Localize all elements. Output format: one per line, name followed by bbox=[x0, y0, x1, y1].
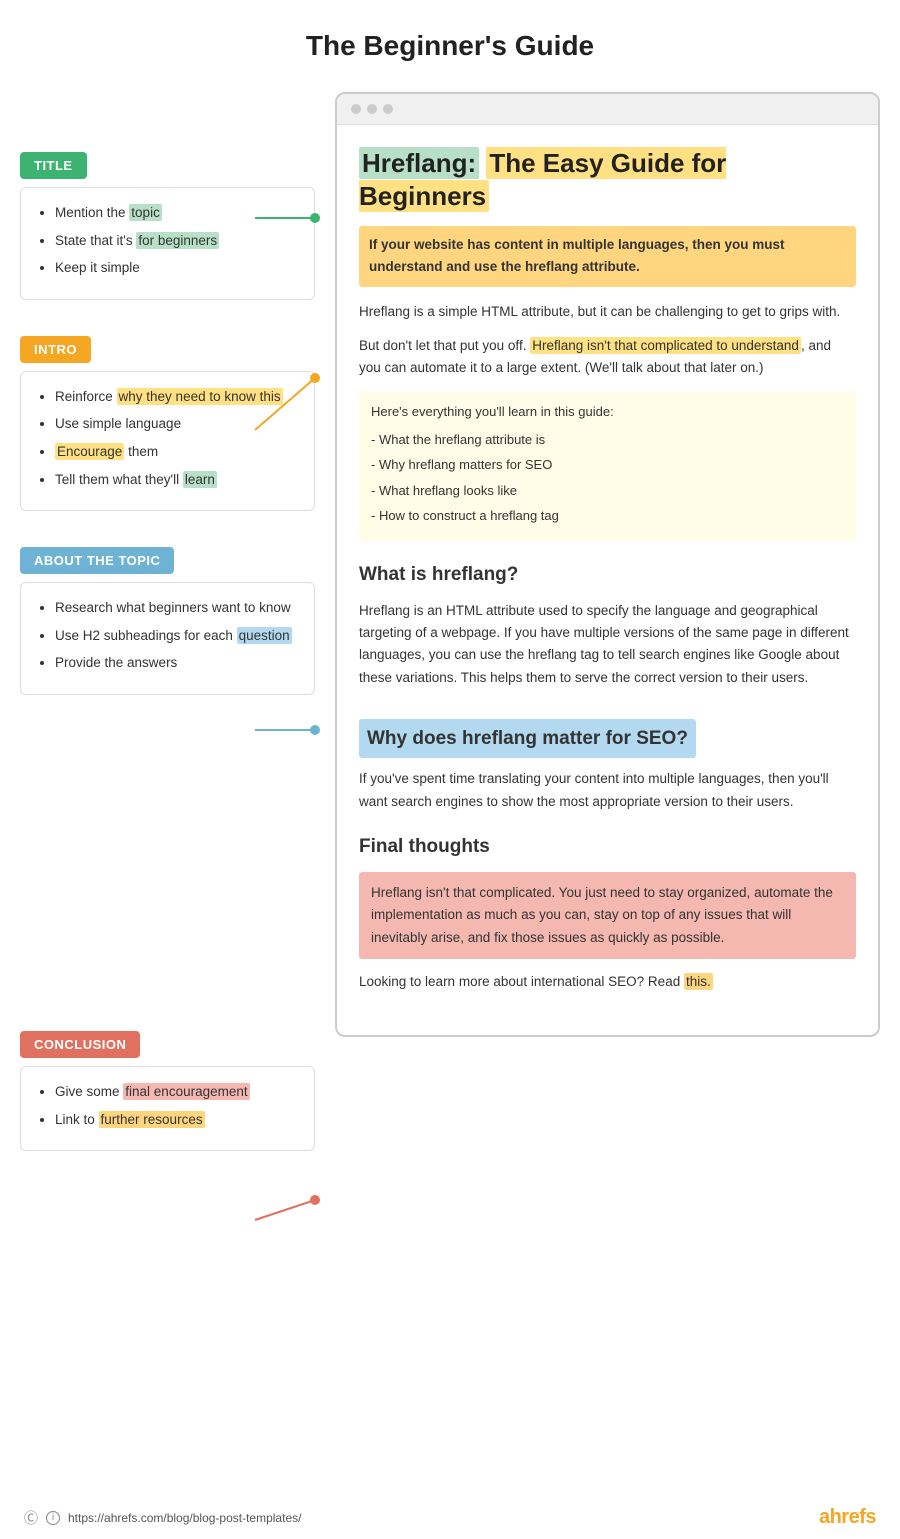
list-item: State that it's for beginners bbox=[55, 230, 298, 252]
beginners-highlight: for beginners bbox=[136, 232, 219, 249]
sidebar-title-section: TITLE Mention the topic State that it's … bbox=[20, 152, 315, 300]
page-wrapper: The Beginner's Guide TITLE Mention the t… bbox=[0, 0, 900, 1539]
about-label: ABOUT THE TOPIC bbox=[20, 547, 174, 574]
sidebar-about-section: ABOUT THE TOPIC Research what beginners … bbox=[20, 547, 315, 695]
footer-left: Ⓒ i https://ahrefs.com/blog/blog-post-te… bbox=[24, 1508, 301, 1528]
guide-list-block: Here's everything you'll learn in this g… bbox=[359, 391, 856, 540]
conclusion-card: Give some final encouragement Link to fu… bbox=[20, 1066, 315, 1151]
conclusion-highlight-block: Hreflang isn't that complicated. You jus… bbox=[359, 872, 856, 959]
article-para-seo: If you've spent time translating your co… bbox=[359, 768, 856, 813]
intro-highlight-block: If your website has content in multiple … bbox=[359, 226, 856, 287]
list-item: Keep it simple bbox=[55, 257, 298, 279]
this-link[interactable]: this. bbox=[684, 973, 713, 990]
list-item: Reinforce why they need to know this bbox=[55, 386, 298, 408]
article-h2-2: Why does hreflang matter for SEO? bbox=[359, 719, 696, 758]
topic-highlight: topic bbox=[129, 204, 162, 221]
browser-content: Hreflang: The Easy Guide for Beginners I… bbox=[337, 125, 878, 1035]
sidebar-intro-section: INTRO Reinforce why they need to know th… bbox=[20, 336, 315, 511]
article-para-about: Hreflang is an HTML attribute used to sp… bbox=[359, 600, 856, 689]
footer-logo: ahrefs bbox=[819, 1506, 876, 1529]
guide-item-3: - What hreflang looks like bbox=[371, 480, 844, 501]
page-title: The Beginner's Guide bbox=[0, 0, 900, 82]
article-title: Hreflang: The Easy Guide for Beginners bbox=[359, 147, 856, 212]
title-card: Mention the topic State that it's for be… bbox=[20, 187, 315, 300]
title-hreflang: Hreflang: bbox=[359, 147, 479, 179]
intro-label: INTRO bbox=[20, 336, 91, 363]
browser-bar bbox=[337, 94, 878, 125]
guide-list-intro: Here's everything you'll learn in this g… bbox=[371, 401, 844, 422]
list-item: Research what beginners want to know bbox=[55, 597, 298, 619]
info-icon: i bbox=[46, 1511, 60, 1525]
article-para-1: Hreflang is a simple HTML attribute, but… bbox=[359, 301, 856, 323]
list-item: Encourage them bbox=[55, 441, 298, 463]
list-item: Use H2 subheadings for each question bbox=[55, 625, 298, 647]
intro-card: Reinforce why they need to know this Use… bbox=[20, 371, 315, 511]
article-h2-3: Final thoughts bbox=[359, 831, 856, 862]
browser-dot-1 bbox=[351, 104, 361, 114]
article-h2-1: What is hreflang? bbox=[359, 559, 856, 590]
not-complicated-highlight: Hreflang isn't that complicated to under… bbox=[530, 337, 801, 354]
cc-icon: Ⓒ bbox=[24, 1508, 38, 1528]
browser-dot-2 bbox=[367, 104, 377, 114]
about-card: Research what beginners want to know Use… bbox=[20, 582, 315, 695]
question-highlight: question bbox=[237, 627, 292, 644]
learn-highlight: learn bbox=[183, 471, 217, 488]
further-resources-highlight: further resources bbox=[99, 1111, 205, 1128]
guide-item-1: - What the hreflang attribute is bbox=[371, 429, 844, 450]
list-item: Give some final encouragement bbox=[55, 1081, 298, 1103]
list-item: Use simple language bbox=[55, 413, 298, 435]
footer-url[interactable]: https://ahrefs.com/blog/blog-post-templa… bbox=[68, 1511, 301, 1525]
list-item: Tell them what they'll learn bbox=[55, 469, 298, 491]
conclusion-label: CONCLUSION bbox=[20, 1031, 140, 1058]
encourage-highlight: Encourage bbox=[55, 443, 124, 460]
sidebar: TITLE Mention the topic State that it's … bbox=[20, 82, 315, 1151]
guide-list-items: - What the hreflang attribute is - Why h… bbox=[371, 429, 844, 527]
article-conclusion-para: Looking to learn more about internationa… bbox=[359, 971, 856, 993]
browser-dot-3 bbox=[383, 104, 393, 114]
final-encouragement-highlight: final encouragement bbox=[123, 1083, 249, 1100]
main-layout: TITLE Mention the topic State that it's … bbox=[0, 82, 900, 1211]
guide-item-2: - Why hreflang matters for SEO bbox=[371, 454, 844, 475]
list-item: Mention the topic bbox=[55, 202, 298, 224]
list-item: Link to further resources bbox=[55, 1109, 298, 1131]
article-para-2: But don't let that put you off. Hreflang… bbox=[359, 335, 856, 380]
list-item: Provide the answers bbox=[55, 652, 298, 674]
sidebar-conclusion-section: CONCLUSION Give some final encouragement… bbox=[20, 1031, 315, 1151]
title-label: TITLE bbox=[20, 152, 87, 179]
browser-window: Hreflang: The Easy Guide for Beginners I… bbox=[335, 92, 880, 1037]
guide-item-4: - How to construct a hreflang tag bbox=[371, 505, 844, 526]
footer: Ⓒ i https://ahrefs.com/blog/blog-post-te… bbox=[0, 1506, 900, 1529]
need-to-know-highlight: why they need to know this bbox=[117, 388, 283, 405]
